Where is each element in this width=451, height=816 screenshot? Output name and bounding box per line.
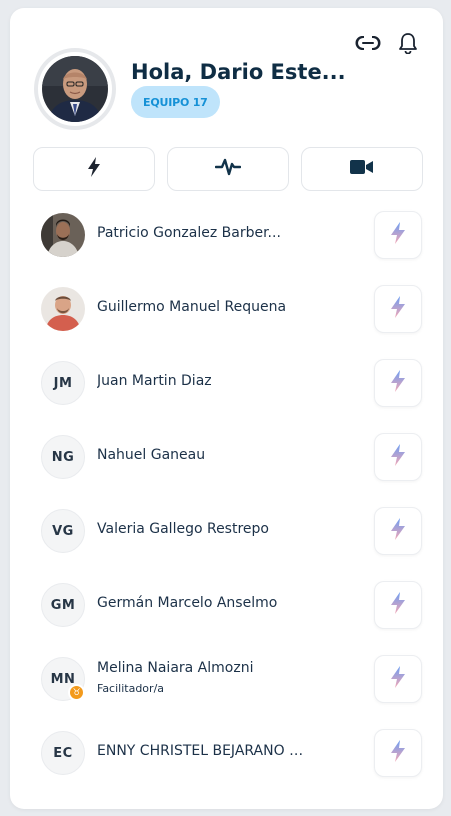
facilitator-badge-icon: ♉ — [68, 684, 85, 701]
member-bolt-button[interactable] — [374, 581, 422, 629]
member-row[interactable]: Guillermo Manuel Requena — [10, 282, 443, 356]
member-row[interactable]: GM Germán Marcelo Anselmo — [10, 578, 443, 652]
member-name: ENNY CHRISTEL BEJARANO Z... — [97, 743, 307, 759]
action-buttons — [33, 147, 423, 191]
video-button[interactable] — [301, 147, 423, 191]
energy-button[interactable] — [33, 147, 155, 191]
member-initials: GM — [41, 583, 85, 627]
member-row[interactable]: NG Nahuel Ganeau — [10, 430, 443, 504]
link-icon[interactable] — [355, 30, 381, 56]
member-bolt-button[interactable] — [374, 729, 422, 777]
member-bolt-button[interactable] — [374, 507, 422, 555]
member-row[interactable]: VG Valeria Gallego Restrepo — [10, 504, 443, 578]
member-name: Germán Marcelo Anselmo — [97, 595, 278, 611]
activity-button[interactable] — [167, 147, 289, 191]
member-bolt-button[interactable] — [374, 211, 422, 259]
user-avatar-photo — [42, 56, 108, 122]
bolt-icon — [390, 444, 406, 470]
bolt-icon — [390, 222, 406, 248]
member-name: Valeria Gallego Restrepo — [97, 521, 269, 537]
user-avatar[interactable] — [34, 48, 116, 130]
member-photo — [41, 287, 85, 331]
member-bolt-button[interactable] — [374, 285, 422, 333]
member-initials: NG — [41, 435, 85, 479]
team-card: Hola, Dario Este... EQUIPO 17 Patricio G… — [10, 8, 443, 809]
member-bolt-button[interactable] — [374, 655, 422, 703]
bolt-icon — [390, 518, 406, 544]
member-initials: JM — [41, 361, 85, 405]
member-row[interactable]: EC ENNY CHRISTEL BEJARANO Z... — [10, 726, 443, 800]
member-initials: EC — [41, 731, 85, 775]
member-initials: VG — [41, 509, 85, 553]
member-name: Patricio Gonzalez Barber... — [97, 225, 281, 241]
member-row[interactable]: JM Juan Martin Diaz — [10, 356, 443, 430]
member-name: Nahuel Ganeau — [97, 447, 206, 463]
video-camera-icon — [350, 159, 374, 179]
member-photo — [41, 213, 85, 257]
bolt-icon — [390, 370, 406, 396]
member-role: Facilitador/a — [97, 682, 165, 695]
header-actions — [355, 30, 421, 56]
bell-icon[interactable] — [395, 30, 421, 56]
member-row[interactable]: Patricio Gonzalez Barber... — [10, 208, 443, 282]
member-bolt-button[interactable] — [374, 433, 422, 481]
member-name: Guillermo Manuel Requena — [97, 299, 287, 315]
greeting-title: Hola, Dario Este... — [131, 60, 346, 84]
bolt-icon — [390, 592, 406, 618]
member-row[interactable]: MN ♉ Melina Naiara Almozni Facilitador/a — [10, 652, 443, 726]
bolt-icon — [390, 296, 406, 322]
bolt-icon — [87, 157, 101, 181]
member-bolt-button[interactable] — [374, 359, 422, 407]
pulse-icon — [214, 157, 242, 181]
member-name: Juan Martin Diaz — [97, 373, 212, 389]
member-name: Melina Naiara Almozni — [97, 660, 254, 676]
bolt-icon — [390, 666, 406, 692]
bolt-icon — [390, 740, 406, 766]
members-list: Patricio Gonzalez Barber... Guillermo Ma… — [10, 208, 443, 800]
team-badge[interactable]: EQUIPO 17 — [131, 86, 220, 118]
